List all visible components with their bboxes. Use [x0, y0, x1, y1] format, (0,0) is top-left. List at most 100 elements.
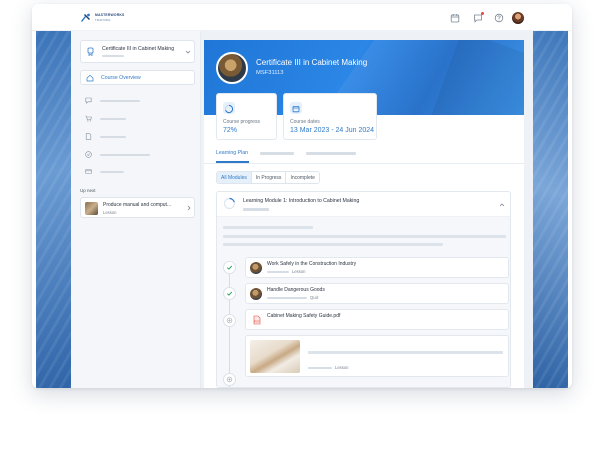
filter-incomplete[interactable]: Incomplete	[286, 172, 319, 183]
lesson-item[interactable]: Work Safely in the Construction Industry…	[245, 257, 509, 278]
app-window: MASTERWORKS TRAINING Certificate III in …	[32, 4, 572, 388]
course-image	[216, 52, 248, 84]
add-icon	[226, 376, 233, 383]
calendar-icon[interactable]	[450, 13, 460, 23]
chat-icon	[85, 97, 92, 104]
progress-ring-icon	[223, 102, 235, 114]
lesson-item[interactable]: Handle Dangerous Goods Quiz	[245, 283, 509, 304]
course-dates-label: Course dates	[290, 119, 320, 125]
up-next-thumbnail	[85, 202, 98, 215]
course-code: MSF31113	[256, 70, 284, 76]
background-image-left	[36, 31, 71, 388]
course-title: Certificate III in Cabinet Making	[256, 58, 368, 67]
help-icon[interactable]	[494, 13, 504, 23]
home-icon	[86, 74, 94, 82]
notification-dot	[481, 12, 484, 15]
course-selector[interactable]: Certificate III in Cabinet Making	[80, 40, 195, 63]
lesson-meta-placeholder	[267, 296, 307, 299]
check-icon	[226, 291, 233, 296]
lesson-thumbnail	[250, 340, 300, 373]
course-selector-placeholder	[102, 55, 124, 57]
add-icon	[226, 317, 233, 324]
check-icon	[226, 265, 233, 270]
svg-text:PDF: PDF	[254, 319, 260, 323]
lesson-title: Handle Dangerous Goods	[267, 287, 325, 293]
module-title: Learning Module 1: Introduction to Cabin…	[243, 198, 360, 204]
course-selector-title: Certificate III in Cabinet Making	[102, 46, 175, 52]
description-placeholder	[223, 235, 506, 238]
lesson-type: Lesson	[292, 269, 306, 274]
background-image-right	[533, 31, 568, 388]
sidebar-item-course-overview[interactable]: Course Overview	[80, 70, 195, 85]
logo-subtext: TRAINING	[95, 17, 111, 22]
lesson-type: Quiz	[310, 295, 319, 300]
lesson-thumbnail	[250, 288, 262, 300]
pdf-icon: PDF	[253, 315, 261, 325]
sidebar-item-label: Course Overview	[101, 75, 141, 81]
chevron-up-icon[interactable]	[499, 202, 505, 208]
check-circle-icon	[85, 151, 92, 158]
sidebar-item-placeholder	[100, 170, 124, 173]
course-progress-value: 72%	[223, 127, 238, 134]
sidebar-item-assessments[interactable]	[85, 151, 165, 159]
sidebar-item-shop[interactable]	[85, 115, 165, 123]
course-progress-card: Course progress 72%	[216, 93, 277, 140]
timeline-line	[229, 267, 230, 387]
course-badge-icon	[87, 47, 94, 56]
user-avatar[interactable]	[512, 12, 524, 24]
up-next-title: Produce manual and comput...	[103, 202, 172, 208]
course-dates-card: Course dates 13 Mar 2023 - 24 Jun 2024	[283, 93, 377, 140]
description-placeholder	[223, 226, 313, 229]
logo[interactable]: MASTERWORKS TRAINING	[80, 13, 124, 23]
sidebar-item-placeholder	[100, 99, 140, 102]
lesson-title: Cabinet Making Safety Guide.pdf	[267, 313, 341, 319]
main-area: Certificate III in Cabinet Making MSF311…	[201, 31, 533, 388]
course-dates-value: 13 Mar 2023 - 24 Jun 2024	[290, 127, 375, 134]
sidebar-item-billing[interactable]	[85, 168, 165, 176]
module-progress-ring-icon	[223, 197, 236, 210]
up-next-label: Up next	[80, 188, 96, 193]
course-overview-panel: Certificate III in Cabinet Making MSF311…	[204, 40, 524, 388]
lesson-status-pending	[223, 373, 236, 386]
lesson-status-complete	[223, 261, 236, 274]
tab-learning-plan[interactable]: Learning Plan	[216, 150, 248, 156]
learning-module-card: Learning Module 1: Introduction to Cabin…	[216, 191, 511, 388]
description-placeholder	[223, 243, 443, 246]
module-header[interactable]: Learning Module 1: Introduction to Cabin…	[217, 192, 510, 217]
lesson-status-pending	[223, 314, 236, 327]
module-body: Work Safely in the Construction Industry…	[217, 217, 510, 387]
lesson-item-featured[interactable]: Lesson	[245, 335, 509, 377]
lesson-status-complete	[223, 287, 236, 300]
sidebar: Certificate III in Cabinet Making Course…	[71, 31, 201, 388]
lesson-type: Lesson	[335, 365, 349, 370]
top-bar: MASTERWORKS TRAINING	[32, 4, 572, 31]
up-next-card[interactable]: Produce manual and comput... Lesson	[80, 197, 195, 218]
up-next-type: Lesson	[103, 210, 117, 215]
lesson-meta-placeholder	[267, 270, 289, 273]
lesson-title-placeholder	[308, 351, 503, 354]
filter-in-progress[interactable]: In Progress	[251, 172, 287, 183]
sidebar-item-documents[interactable]	[85, 133, 165, 141]
cart-icon	[85, 115, 92, 122]
module-meta-placeholder	[243, 208, 269, 211]
lesson-meta-placeholder	[308, 367, 332, 369]
calendar-icon	[290, 102, 302, 114]
logo-mark-icon	[81, 13, 90, 22]
sidebar-item-placeholder	[100, 135, 126, 138]
module-filter-group: All Modules In Progress Incomplete	[216, 171, 320, 184]
sidebar-item-discussions[interactable]	[85, 97, 165, 105]
chevron-down-icon	[185, 50, 191, 54]
lesson-title: Work Safely in the Construction Industry	[267, 261, 357, 267]
tab-placeholder[interactable]	[306, 152, 356, 155]
chevron-right-icon	[187, 205, 191, 211]
tabs-divider	[204, 163, 524, 164]
course-progress-label: Course progress	[223, 119, 260, 125]
document-icon	[85, 133, 92, 140]
filter-all-modules[interactable]: All Modules	[217, 172, 252, 183]
lesson-item[interactable]: PDF Cabinet Making Safety Guide.pdf	[245, 309, 509, 330]
lesson-thumbnail	[250, 262, 262, 274]
course-tabs: Learning Plan	[216, 150, 516, 163]
tab-placeholder[interactable]	[260, 152, 294, 155]
sidebar-item-placeholder	[100, 153, 150, 156]
card-icon	[85, 169, 92, 174]
